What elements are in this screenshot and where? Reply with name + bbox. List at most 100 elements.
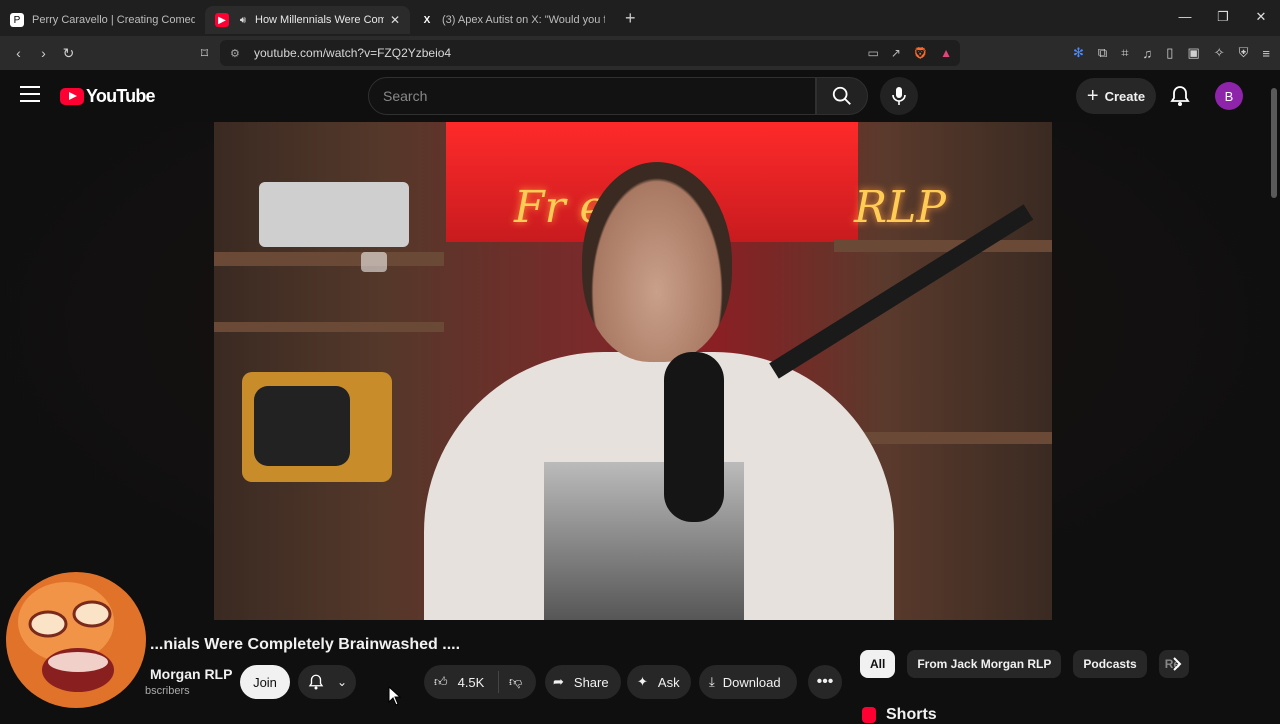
retro-tv-prop [242,372,392,482]
youtube-icon: ▶ [215,13,229,27]
url-field[interactable]: ⚙ youtube.com/watch?v=FZQ2Yzbeio4 ▭ ↗ 🦁︎… [220,40,960,66]
tab-youtube[interactable]: ▶ 🔊︎ How Millennials Were Compl ✕ [205,6,410,34]
join-button[interactable]: Join [240,665,290,699]
create-label: Create [1104,88,1146,104]
search-input[interactable]: Search [368,77,816,115]
audio-icon[interactable]: 🔊︎ [237,13,249,27]
forward-icon[interactable]: › [31,45,56,61]
cast-icon[interactable]: ▭ [867,46,878,60]
share-button[interactable]: ➦ Share [545,665,621,699]
podcast-microphone [664,352,724,522]
restore-icon[interactable]: ❐ [1204,0,1242,36]
extension-icon[interactable]: ✻ [1073,45,1084,61]
related-filter-chips: All From Jack Morgan RLP Podcasts Re [860,650,1189,680]
ask-label: Ask [657,674,680,690]
download-button[interactable]: ⤓ Download [699,665,797,699]
thumbs-up-icon: 👍︎ [434,674,448,689]
brave-rewards-icon[interactable]: ▲ [940,46,952,60]
chips-next-button[interactable] [1166,652,1188,676]
chip-all[interactable]: All [860,650,896,678]
media-icon[interactable]: ♫ [1143,46,1153,61]
site-info-icon[interactable]: ⚙ [230,47,240,60]
browser-tab-bar: P Perry Caravello | Creating Comedy, V ▶… [0,0,1280,36]
create-button[interactable]: + Create [1076,78,1156,114]
shorts-label: Shorts [886,706,937,723]
ask-button[interactable]: ✦ Ask [627,665,691,699]
share-label: Share [573,674,609,690]
extensions-puzzle-icon[interactable]: ⧉ [1098,45,1107,61]
voice-search-button[interactable] [880,77,918,115]
chip-podcasts[interactable]: Podcasts [1073,650,1147,678]
shelf [834,240,1052,252]
share-arrow-icon: ➦ [553,674,564,689]
brave-shields-icon[interactable]: 🦁︎ [913,46,928,60]
microphone-icon [892,87,906,105]
thumbs-down-icon: 👎︎ [509,674,523,689]
download-icon: ⤓ [709,674,715,689]
bookmark-icon[interactable]: ⌑ [192,45,217,62]
sidebar-icon[interactable]: ▯ [1166,45,1173,61]
x-icon: X [423,14,431,26]
window-controls: — ❐ ✕ [1166,0,1280,36]
hamburger-menu-icon[interactable] [20,86,40,102]
mouse-cursor-icon [388,686,402,706]
chevron-down-icon: ⌄ [336,675,348,689]
plus-icon: + [1086,84,1099,107]
shorts-section-header: Shorts [862,706,937,724]
neon-sign-right: RLP [854,182,946,233]
like-button[interactable]: 👍︎ 4.5K [424,671,499,693]
page-scrollbar[interactable] [1268,70,1280,720]
close-window-icon[interactable]: ✕ [1242,0,1280,36]
chip-from-channel[interactable]: From Jack Morgan RLP [907,650,1062,678]
close-icon[interactable]: ✕ [390,13,400,27]
channel-name[interactable]: Morgan RLP [150,666,232,682]
video-title: ...nials Were Completely Brainwashed ...… [150,636,461,653]
menu-icon[interactable]: ≡ [1262,46,1270,61]
minimize-icon[interactable]: — [1166,0,1204,36]
reload-icon[interactable]: ↻ [56,45,81,62]
video-player[interactable]: Fr er RLP [214,122,1052,620]
subscription-bell-button[interactable]: ⌄ [298,665,356,699]
search-button[interactable] [816,77,868,115]
tab-title: How Millennials Were Compl [255,14,384,26]
screenshot-icon[interactable]: ⌗ [1121,45,1128,61]
youtube-logo[interactable]: YouTube [60,86,156,107]
leo-ai-icon[interactable]: ✧ [1214,45,1225,61]
vpn-shield-icon[interactable]: ⛨ [1239,45,1249,61]
like-dislike-group: 👍︎ 4.5K 👎︎ [424,665,536,699]
more-actions-button[interactable]: ••• [808,665,842,699]
more-horizontal-icon: ••• [816,673,834,690]
tab-patreon[interactable]: P Perry Caravello | Creating Comedy, V [0,6,205,34]
play-overlay-icon [361,252,387,272]
share-page-icon[interactable]: ↗ [891,46,901,60]
search-placeholder: Search [383,88,428,104]
tab-x[interactable]: X (3) Apex Autist on X: "Would you felt [410,6,615,34]
avatar[interactable]: B [1215,82,1243,110]
download-label: Download [722,674,781,690]
shorts-icon [862,707,876,723]
tab-title: (3) Apex Autist on X: "Would you felt [442,14,605,26]
new-tab-button[interactable]: + [625,8,636,29]
tab-title: Perry Caravello | Creating Comedy, V [32,14,195,26]
url-text: youtube.com/watch?v=FZQ2Yzbeio4 [254,46,452,60]
wallet-icon[interactable]: ▣ [1187,45,1199,61]
search-icon [832,86,851,105]
crying-face-emoji-overlay [6,572,146,708]
dislike-button[interactable]: 👎︎ [499,674,522,690]
back-icon[interactable]: ‹ [6,45,31,61]
youtube-header: YouTube Search + Create B [0,70,1280,122]
bell-icon [308,674,324,690]
logo-text: YouTube [86,86,156,106]
address-bar-row: ‹ › ↻ ⌑ ⚙ youtube.com/watch?v=FZQ2Yzbeio… [0,36,1280,70]
chevron-right-icon [1173,657,1182,671]
notifications-bell-icon[interactable] [1168,84,1192,108]
scrollbar-thumb[interactable] [1271,88,1277,198]
boombox-prop [259,182,409,272]
browser-toolbar: ✻ ⧉ ⌗ ♫ ▯ ▣ ✧ ⛨ ≡ [1073,36,1270,70]
patreon-icon: P [10,13,24,27]
shelf [214,322,444,332]
sparkle-icon: ✦ [637,674,648,689]
youtube-play-icon [60,88,84,105]
shelf [214,252,444,266]
like-count: 4.5K [457,674,485,690]
